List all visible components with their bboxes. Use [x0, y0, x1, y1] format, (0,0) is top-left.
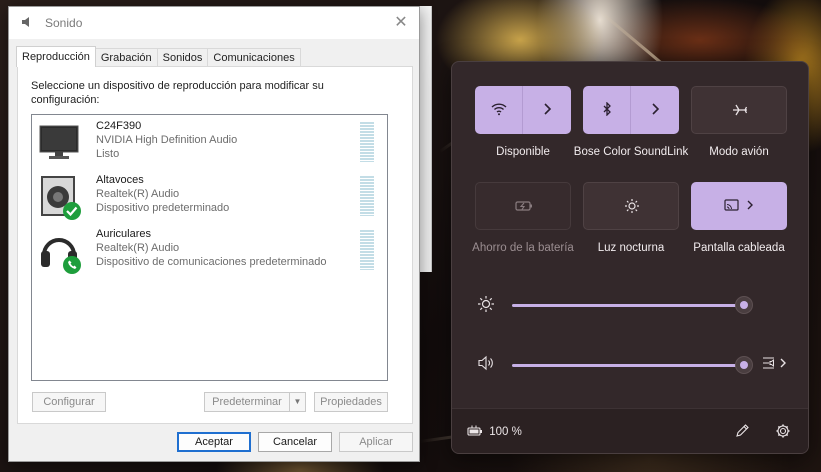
tab-panel: Seleccione un dispositivo de reproducció… — [17, 66, 413, 424]
chevron-right-icon — [650, 102, 660, 118]
battery-icon — [467, 425, 483, 440]
sound-dialog: Sonido ✕ Reproducción Grabación Sonidos … — [8, 6, 420, 462]
cast-toggle[interactable] — [691, 182, 787, 230]
list-item[interactable]: C24F390 NVIDIA High Definition Audio Lis… — [32, 117, 374, 169]
dialog-title: Sonido — [45, 16, 83, 30]
set-default-label: Predeterminar — [212, 396, 282, 408]
night-light-tile[interactable] — [583, 182, 679, 230]
volume-thumb[interactable] — [735, 356, 753, 374]
device-driver: NVIDIA High Definition Audio — [96, 134, 238, 146]
chevron-right-icon — [542, 102, 552, 118]
cancel-button[interactable]: Cancelar — [258, 432, 332, 452]
cast-label: Pantalla cableada — [693, 242, 785, 254]
speaker-default-icon — [38, 175, 81, 220]
level-meter — [360, 122, 374, 162]
list-item[interactable]: Auriculares Realtek(R) Audio Dispositivo… — [32, 225, 374, 277]
wifi-toggle[interactable] — [475, 86, 522, 134]
cast-tile[interactable] — [691, 182, 787, 230]
tab-grabacion[interactable]: Grabación — [94, 48, 158, 67]
night-light-toggle[interactable] — [584, 183, 680, 231]
audio-output-select-icon[interactable] — [762, 355, 790, 375]
set-default-button[interactable]: Predeterminar ▼ — [204, 392, 306, 412]
quick-settings-footer: 100 % — [452, 408, 808, 453]
night-light-icon — [624, 198, 640, 217]
airplane-icon — [732, 103, 748, 120]
battery-percent: 100 % — [489, 426, 522, 438]
volume-icon[interactable] — [476, 355, 496, 375]
airplane-tile[interactable] — [691, 86, 787, 134]
brightness-icon — [476, 295, 496, 315]
instruction-text: Seleccione un dispositivo de reproducció… — [31, 80, 324, 106]
battery-saver-toggle[interactable] — [476, 183, 572, 231]
wifi-icon — [491, 102, 507, 119]
level-meter — [360, 176, 374, 216]
list-item[interactable]: Altavoces Realtek(R) Audio Dispositivo p… — [32, 171, 374, 223]
gear-icon[interactable] — [775, 423, 791, 442]
edit-icon[interactable] — [734, 423, 750, 442]
wifi-tile[interactable] — [475, 86, 571, 134]
brightness-slider-row — [476, 293, 796, 317]
monitor-icon — [38, 121, 80, 163]
device-name: Altavoces — [96, 174, 144, 186]
brightness-track[interactable] — [512, 304, 744, 307]
background-window-edge — [420, 6, 432, 272]
device-status: Listo — [96, 148, 120, 160]
device-status: Dispositivo de comunicaciones predetermi… — [96, 256, 327, 268]
speaker-app-icon — [19, 15, 35, 31]
bluetooth-tile[interactable] — [583, 86, 679, 134]
device-status: Dispositivo predeterminado — [96, 202, 230, 214]
ok-button[interactable]: Aceptar — [177, 432, 251, 452]
battery-saver-icon — [515, 199, 533, 215]
airplane-toggle[interactable] — [692, 87, 788, 135]
bluetooth-icon — [602, 100, 612, 119]
airplane-label: Modo avión — [709, 146, 769, 158]
wifi-label: Disponible — [496, 146, 550, 158]
night-light-label: Luz nocturna — [597, 242, 665, 254]
level-meter — [360, 230, 374, 270]
tab-sonidos[interactable]: Sonidos — [156, 48, 209, 67]
tab-strip: Reproducción Grabación Sonidos Comunicac… — [16, 46, 301, 68]
device-driver: Realtek(R) Audio — [96, 242, 180, 254]
device-name: Auriculares — [96, 228, 152, 240]
cast-icon — [724, 198, 754, 214]
volume-slider-row — [476, 353, 796, 377]
brightness-thumb[interactable] — [735, 296, 753, 314]
device-list[interactable]: C24F390 NVIDIA High Definition Audio Lis… — [31, 114, 388, 381]
battery-saver-label: Ahorro de la batería — [472, 242, 574, 254]
tab-comunicaciones[interactable]: Comunicaciones — [207, 48, 301, 67]
configure-button[interactable]: Configurar — [32, 392, 106, 412]
wifi-expand[interactable] — [523, 86, 571, 134]
title-bar: Sonido ✕ — [9, 7, 419, 39]
quick-settings-panel: Disponible Bose Color SoundLink Modo avi… — [451, 61, 809, 454]
battery-indicator[interactable]: 100 % — [467, 425, 522, 440]
chevron-down-icon[interactable]: ▼ — [289, 393, 305, 411]
properties-button[interactable]: Propiedades — [314, 392, 388, 412]
device-driver: Realtek(R) Audio — [96, 188, 180, 200]
tab-reproduccion[interactable]: Reproducción — [16, 46, 96, 67]
bluetooth-toggle[interactable] — [583, 86, 630, 134]
close-icon[interactable]: ✕ — [393, 15, 409, 31]
volume-track[interactable] — [512, 364, 744, 367]
headphones-comm-icon — [38, 229, 81, 274]
device-name: C24F390 — [96, 120, 142, 132]
bluetooth-expand[interactable] — [631, 86, 679, 134]
bluetooth-label: Bose Color SoundLink — [573, 146, 689, 158]
apply-button[interactable]: Aplicar — [339, 432, 413, 452]
battery-saver-tile[interactable] — [475, 182, 571, 230]
